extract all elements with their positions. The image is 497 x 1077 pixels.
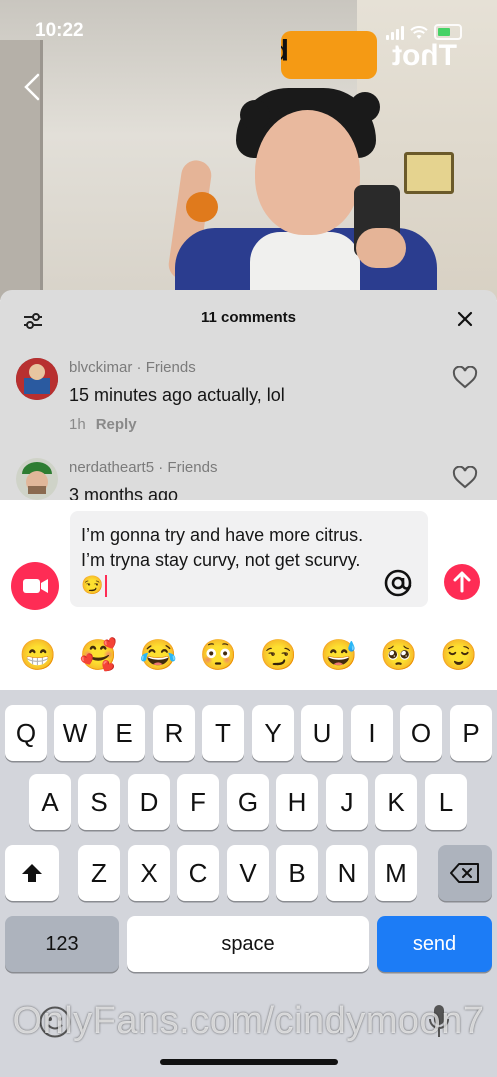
key-f[interactable]: F — [177, 774, 219, 830]
backspace-icon — [450, 863, 479, 883]
key-c[interactable]: C — [177, 845, 219, 901]
key-v[interactable]: V — [227, 845, 269, 901]
comments-sheet: 11 comments blvckimar · Friends 15 minut… — [0, 290, 497, 502]
avatar[interactable] — [16, 458, 58, 500]
emoji-relieved[interactable]: 😌 — [440, 636, 477, 676]
thot-porn-logo: porn Thot — [281, 31, 457, 79]
emoji-grin[interactable]: 😁 — [19, 636, 56, 676]
emoji-pleading[interactable]: 🥺 — [380, 636, 417, 676]
comment-composer: I’m gonna try and have more citrus. I’m … — [0, 500, 497, 690]
hair-bun-left — [240, 100, 270, 130]
avatar[interactable] — [16, 358, 58, 400]
key-d[interactable]: D — [128, 774, 170, 830]
comment-input[interactable]: I’m gonna try and have more citrus. I’m … — [70, 511, 428, 607]
close-icon[interactable] — [455, 309, 475, 329]
emoji-hearts-face[interactable]: 🥰 — [80, 636, 117, 676]
key-z[interactable]: Z — [78, 845, 120, 901]
comments-count-title: 11 comments — [200, 309, 297, 326]
video-reply-button[interactable] — [11, 562, 59, 610]
key-q[interactable]: Q — [5, 705, 47, 761]
key-k[interactable]: K — [375, 774, 417, 830]
key-i[interactable]: I — [351, 705, 393, 761]
emoji-smirk[interactable]: 😏 — [260, 636, 297, 676]
person-face — [255, 110, 360, 235]
key-y[interactable]: Y — [252, 705, 294, 761]
orange-fruit — [186, 192, 218, 222]
key-w[interactable]: W — [54, 705, 96, 761]
key-n[interactable]: N — [326, 845, 368, 901]
key-u[interactable]: U — [301, 705, 343, 761]
post-comment-button[interactable] — [444, 564, 480, 600]
comment-item: nerdatheart5 · Friends 3 months ago — [0, 450, 497, 502]
heart-icon[interactable] — [452, 366, 478, 390]
comment-username[interactable]: nerdatheart5 · Friends — [69, 459, 217, 476]
key-t[interactable]: T — [202, 705, 244, 761]
key-b[interactable]: B — [276, 845, 318, 901]
key-a[interactable]: A — [29, 774, 71, 830]
key-x[interactable]: X — [128, 845, 170, 901]
shift-key[interactable] — [5, 845, 59, 901]
shift-arrow-icon — [22, 864, 42, 882]
video-camera-icon — [23, 579, 48, 593]
key-p[interactable]: P — [450, 705, 492, 761]
bottom-watermark: OnlyFans.com/cindymoon7 — [12, 1000, 485, 1042]
comment-item: blvckimar · Friends 15 minutes ago actua… — [0, 350, 497, 460]
comment-input-text: I’m gonna try and have more citrus. I’m … — [81, 523, 381, 598]
key-r[interactable]: R — [153, 705, 195, 761]
key-s[interactable]: S — [78, 774, 120, 830]
key-e[interactable]: E — [103, 705, 145, 761]
back-chevron-icon[interactable] — [18, 72, 48, 102]
comment-username[interactable]: blvckimar · Friends — [69, 359, 196, 376]
backspace-key[interactable] — [438, 845, 492, 901]
home-indicator[interactable] — [160, 1059, 338, 1065]
mention-at-icon[interactable] — [382, 567, 414, 599]
numbers-key[interactable]: 123 — [5, 916, 119, 972]
person-hand — [356, 228, 406, 268]
quick-emoji-row: 😁 🥰 😂 😳 😏 😅 🥺 😌 — [0, 636, 497, 676]
text-caret — [105, 575, 108, 598]
heart-icon[interactable] — [452, 466, 478, 490]
emoji-sweat-smile[interactable]: 😅 — [320, 636, 357, 676]
svg-text:porn: porn — [281, 38, 289, 71]
key-o[interactable]: O — [400, 705, 442, 761]
status-time: 10:22 — [35, 20, 84, 41]
space-key[interactable]: space — [127, 916, 369, 972]
emoji-joy[interactable]: 😂 — [140, 636, 177, 676]
comment-text: 15 minutes ago actually, lol — [69, 385, 285, 405]
svg-text:Thot: Thot — [392, 39, 457, 72]
wall-picture-frame — [404, 152, 454, 194]
reply-button[interactable]: Reply — [96, 416, 137, 433]
key-j[interactable]: J — [326, 774, 368, 830]
key-h[interactable]: H — [276, 774, 318, 830]
key-g[interactable]: G — [227, 774, 269, 830]
key-m[interactable]: M — [375, 845, 417, 901]
arrow-up-icon — [453, 571, 471, 593]
emoji-flushed[interactable]: 😳 — [200, 636, 237, 676]
key-l[interactable]: L — [425, 774, 467, 830]
hair-bun-right — [350, 92, 380, 122]
comment-meta: 1h Reply — [69, 416, 137, 433]
send-key[interactable]: send — [377, 916, 492, 972]
